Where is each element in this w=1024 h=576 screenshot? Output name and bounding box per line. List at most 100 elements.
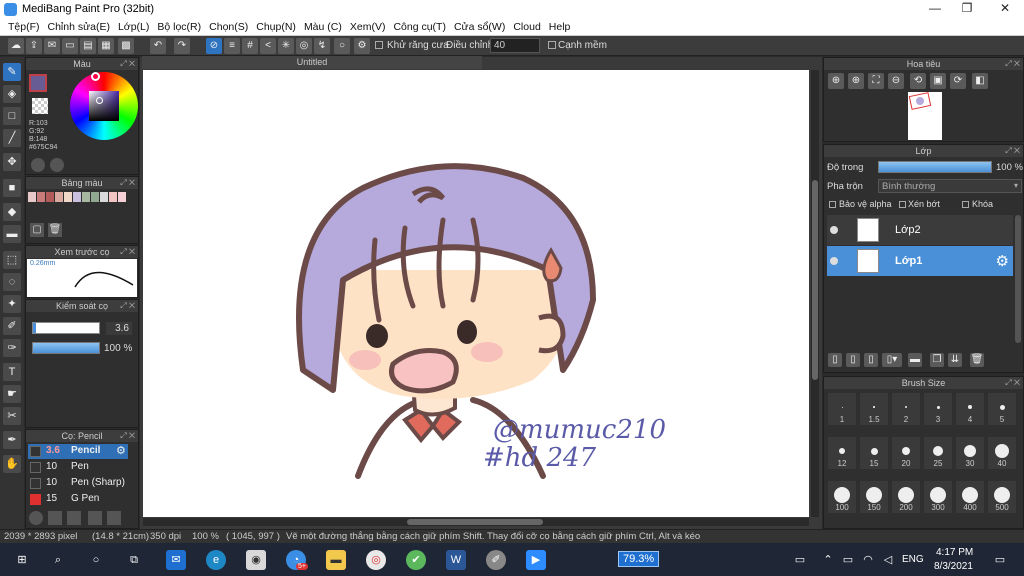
brush-item-g-pen[interactable]: 15 G Pen: [28, 492, 128, 507]
visibility-icon[interactable]: [830, 257, 838, 265]
eraser-tool-icon[interactable]: ◈: [3, 85, 21, 103]
brush-size-cell[interactable]: 12: [828, 437, 856, 469]
menu-color[interactable]: Màu (C): [300, 19, 346, 35]
wifi-icon[interactable]: ◠: [858, 550, 878, 570]
brush-item-pen[interactable]: 10 Pen: [28, 460, 128, 475]
hand-tool-icon[interactable]: ✋: [3, 455, 21, 473]
text-tool-icon[interactable]: T: [3, 363, 21, 381]
bucket-tool-icon[interactable]: ◆: [3, 203, 21, 221]
brush-item-pen-sharp[interactable]: 10 Pen (Sharp): [28, 476, 128, 491]
brush-size-cell[interactable]: 20: [892, 437, 920, 469]
palette-settings-icon[interactable]: [50, 158, 64, 172]
clipping-checkbox[interactable]: [899, 201, 906, 208]
fit-icon[interactable]: ⛶: [868, 73, 884, 89]
windows-start-icon[interactable]: ⊞: [12, 550, 32, 570]
file-explorer-icon[interactable]: ▬: [326, 550, 346, 570]
brush-size-cell[interactable]: 40: [988, 437, 1016, 469]
rotate-left-icon[interactable]: ⟲: [910, 73, 926, 89]
expand-icon[interactable]: ⤢ ✕: [120, 177, 135, 189]
task-view-icon[interactable]: ⧉: [124, 550, 144, 570]
brush-size-cell[interactable]: 5: [988, 393, 1016, 425]
brush-delete-icon[interactable]: [107, 511, 121, 525]
palette-swatch[interactable]: [91, 192, 99, 202]
zoom-icon[interactable]: ▶: [526, 550, 546, 570]
merge-icon[interactable]: ⇊: [948, 353, 962, 367]
expand-icon[interactable]: ⤢ ✕: [1005, 377, 1020, 389]
lasso-tool-icon[interactable]: ◌: [3, 273, 21, 291]
zoom-in-icon[interactable]: ⊕: [828, 73, 844, 89]
brush-size-cell[interactable]: 3: [924, 393, 952, 425]
brush-size-cell[interactable]: 25: [924, 437, 952, 469]
canvas[interactable]: @mumuc210 #hd 247: [143, 70, 809, 517]
visibility-icon[interactable]: [830, 226, 838, 234]
palette-swatch[interactable]: [118, 192, 126, 202]
new-layer-2-icon[interactable]: ▯: [846, 353, 860, 367]
close-button[interactable]: ✕: [990, 1, 1020, 17]
app-icon-gray[interactable]: ✐: [486, 550, 506, 570]
palette-swatch[interactable]: [64, 192, 72, 202]
chrome-icon[interactable]: ◎: [366, 550, 386, 570]
select-tool-icon[interactable]: ⬚: [3, 251, 21, 269]
layer-scrollbar[interactable]: [1015, 215, 1021, 343]
menu-help[interactable]: Help: [545, 19, 575, 35]
delete-layer-icon[interactable]: 🗑: [970, 353, 984, 367]
size-value[interactable]: 3.6: [106, 322, 132, 335]
brush-size-cell[interactable]: 30: [956, 437, 984, 469]
ellipse-icon[interactable]: ○: [334, 38, 350, 54]
maximize-button[interactable]: ❐: [952, 1, 982, 17]
gradient-tool-icon[interactable]: ▬: [3, 225, 21, 243]
menu-filter[interactable]: Bộ lọc(R): [153, 19, 205, 35]
mail-icon[interactable]: ✉: [166, 550, 186, 570]
layer-row-1[interactable]: Lớp1 ⚙: [827, 246, 1013, 276]
navigator-thumbnail[interactable]: [908, 92, 942, 140]
language-indicator[interactable]: ENG: [902, 554, 924, 565]
word-icon[interactable]: W: [446, 550, 466, 570]
menu-layer[interactable]: Lớp(L): [114, 19, 153, 35]
brush-size-cell[interactable]: 15: [860, 437, 888, 469]
brush-size-cell[interactable]: 100: [828, 481, 856, 513]
volume-icon[interactable]: ◁: [878, 550, 898, 570]
smooth-checkbox[interactable]: [548, 41, 556, 49]
zoom-out-icon[interactable]: ⊖: [888, 73, 904, 89]
brush-item-pencil[interactable]: 3.6 Pencil ⚙: [28, 444, 128, 459]
keyboard-icon[interactable]: ▭: [790, 550, 810, 570]
menu-file[interactable]: Tệp(F): [4, 19, 44, 35]
adjust-input[interactable]: 40: [490, 38, 540, 53]
size-slider[interactable]: [32, 322, 100, 334]
brush-tool-icon[interactable]: ✎: [3, 63, 21, 81]
delete-palette-icon[interactable]: 🗑: [48, 223, 62, 237]
horizontal-scrollbar[interactable]: [143, 518, 809, 526]
battery-icon[interactable]: ▭: [838, 550, 858, 570]
clock-date[interactable]: 8/3/2021: [934, 561, 973, 572]
sv-marker[interactable]: [96, 97, 103, 104]
cortana-icon[interactable]: ○: [86, 550, 106, 570]
expand-icon[interactable]: ⤢ ✕: [120, 58, 135, 70]
brush-size-cell[interactable]: 300: [924, 481, 952, 513]
menu-view[interactable]: Xem(V): [346, 19, 390, 35]
palette-swatch[interactable]: [109, 192, 117, 202]
zoom-badge[interactable]: 79.3%: [618, 551, 660, 567]
menu-window[interactable]: Cửa sổ(W): [450, 19, 509, 35]
new-layer-icon[interactable]: ▯: [828, 353, 842, 367]
brush-size-cell[interactable]: 1.5: [860, 393, 888, 425]
fill-rect-tool-icon[interactable]: ■: [3, 179, 21, 197]
menu-snap[interactable]: Chụp(N): [252, 19, 300, 35]
radial-snap-icon[interactable]: ✳: [278, 38, 294, 54]
select-eraser-tool-icon[interactable]: ✑: [3, 339, 21, 357]
menu-cloud[interactable]: Cloud: [509, 19, 544, 35]
expand-icon[interactable]: ⤢ ✕: [120, 300, 135, 312]
export-icon[interactable]: ⇪: [26, 38, 42, 54]
palette-swatch[interactable]: [37, 192, 45, 202]
folder-icon[interactable]: ▬: [908, 353, 922, 367]
menu-tools[interactable]: Công cụ(T): [389, 19, 450, 35]
palette-swatch[interactable]: [100, 192, 108, 202]
grid-icon[interactable]: ▩: [118, 38, 134, 54]
brush-size-cell[interactable]: 2: [892, 393, 920, 425]
palette-swatch[interactable]: [28, 192, 36, 202]
crisscross-snap-icon[interactable]: #: [242, 38, 258, 54]
add-palette-icon[interactable]: ▢: [30, 223, 44, 237]
layer-row-2[interactable]: Lớp2: [827, 215, 1013, 245]
brush-size-cell[interactable]: 150: [860, 481, 888, 513]
document-tab[interactable]: Untitled: [142, 56, 482, 69]
comment-icon[interactable]: ✉: [44, 38, 60, 54]
